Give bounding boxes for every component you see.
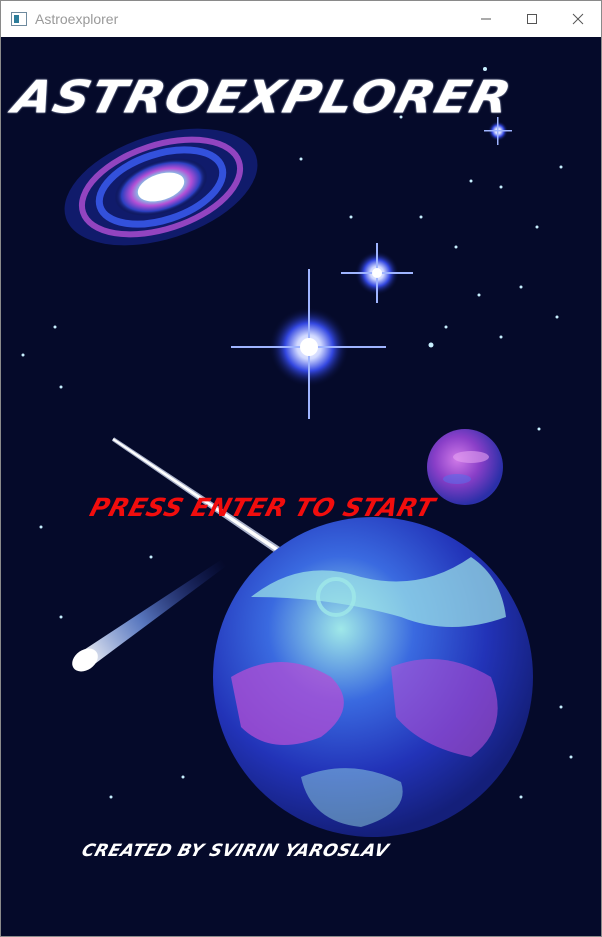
window-title: Astroexplorer <box>35 11 119 27</box>
credits-text: CREATED BY SVIRIN YAROSLAV <box>79 841 392 861</box>
maximize-icon <box>527 14 537 24</box>
small-cross-star <box>341 243 413 303</box>
minimize-button[interactable] <box>463 1 509 37</box>
game-title: ASTROEXPLORER <box>7 71 517 124</box>
start-prompt: PRESS ENTER TO START <box>86 493 439 522</box>
app-window-icon <box>11 12 27 26</box>
close-button[interactable] <box>555 1 601 37</box>
minimize-icon <box>481 18 491 20</box>
window-controls <box>463 1 601 37</box>
title-bar[interactable]: Astroexplorer <box>1 1 601 37</box>
space-background <box>21 67 573 837</box>
app-window: Astroexplorer ASTROEXPLORER PRESS ENTER … <box>0 0 602 937</box>
close-icon <box>572 13 584 25</box>
comet <box>72 559 227 672</box>
bright-star <box>231 269 386 419</box>
earth-planet <box>213 517 533 837</box>
game-canvas[interactable]: ASTROEXPLORER PRESS ENTER TO START CREAT… <box>1 37 601 936</box>
maximize-button[interactable] <box>509 1 555 37</box>
galaxy <box>64 128 258 246</box>
